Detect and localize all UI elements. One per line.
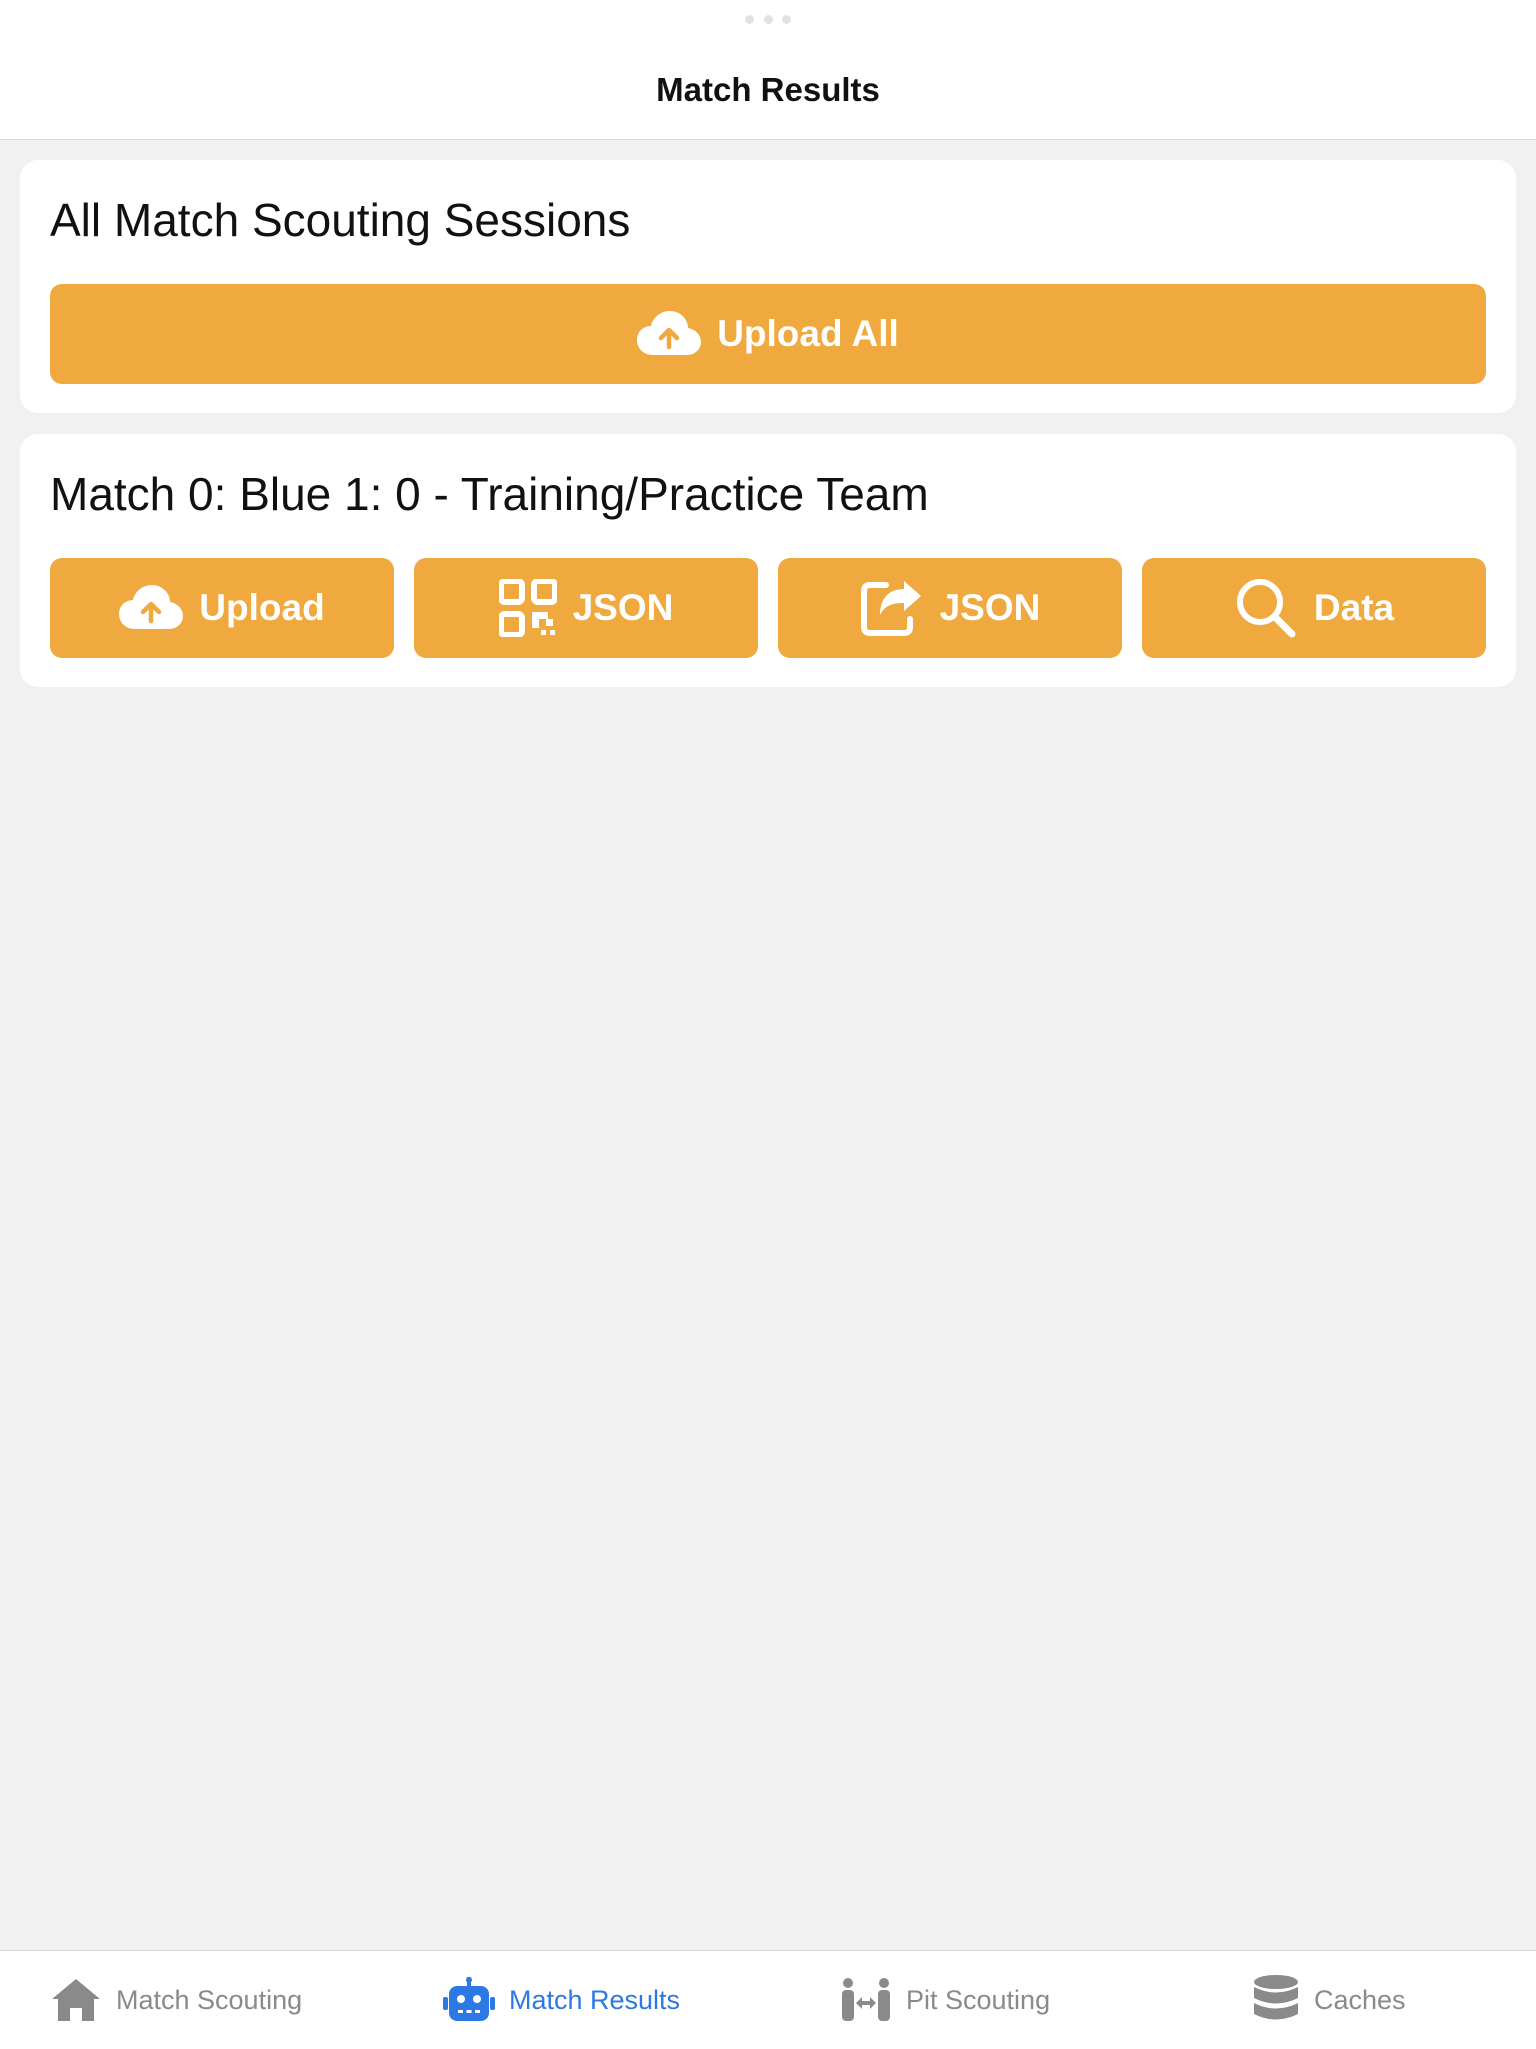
- all-sessions-card: All Match Scouting Sessions Upload All: [20, 160, 1516, 413]
- upload-button[interactable]: Upload: [50, 558, 394, 658]
- people-arrows-icon: [842, 1978, 890, 2021]
- page-title: Match Results: [656, 71, 880, 108]
- upload-label: Upload: [199, 587, 325, 628]
- tab-pit-scouting-label: Pit Scouting: [906, 1984, 1051, 2015]
- tab-pit-scouting[interactable]: Pit Scouting: [840, 1951, 1050, 2049]
- tab-caches[interactable]: Caches: [1252, 1951, 1406, 2049]
- share-json-button[interactable]: JSON: [778, 558, 1122, 658]
- view-data-label: Data: [1313, 587, 1395, 628]
- cloud-upload-icon: [119, 585, 184, 629]
- multitasking-grabber[interactable]: [745, 14, 791, 24]
- tab-match-scouting-label: Match Scouting: [116, 1984, 303, 2015]
- qr-json-button[interactable]: JSON: [414, 558, 758, 658]
- home-icon: [52, 1979, 100, 2021]
- cloud-upload-icon: [637, 311, 702, 355]
- navigation-bar: Match Results: [0, 0, 1536, 140]
- database-icon: [1254, 1975, 1298, 2020]
- upload-all-button[interactable]: Upload All: [50, 284, 1486, 384]
- qr-code-icon: [498, 579, 557, 637]
- upload-all-label: Upload All: [717, 313, 899, 354]
- qr-json-label: JSON: [572, 587, 674, 628]
- search-icon: [1236, 579, 1296, 638]
- tab-match-scouting[interactable]: Match Scouting: [50, 1951, 302, 2049]
- view-data-button[interactable]: Data: [1142, 558, 1486, 658]
- robot-icon: [443, 1977, 495, 2021]
- all-sessions-title: All Match Scouting Sessions: [50, 194, 631, 246]
- share-icon: [860, 581, 921, 636]
- tab-match-results[interactable]: Match Results: [443, 1951, 680, 2049]
- session-card: Match 0: Blue 1: 0 - Training/Practice T…: [20, 434, 1516, 687]
- share-json-label: JSON: [939, 587, 1041, 628]
- tab-caches-label: Caches: [1314, 1984, 1406, 2015]
- tab-match-results-label: Match Results: [509, 1984, 681, 2015]
- session-title: Match 0: Blue 1: 0 - Training/Practice T…: [50, 468, 929, 520]
- tab-bar: Match Scouting Match Results Pit Scoutin…: [0, 1950, 1536, 2049]
